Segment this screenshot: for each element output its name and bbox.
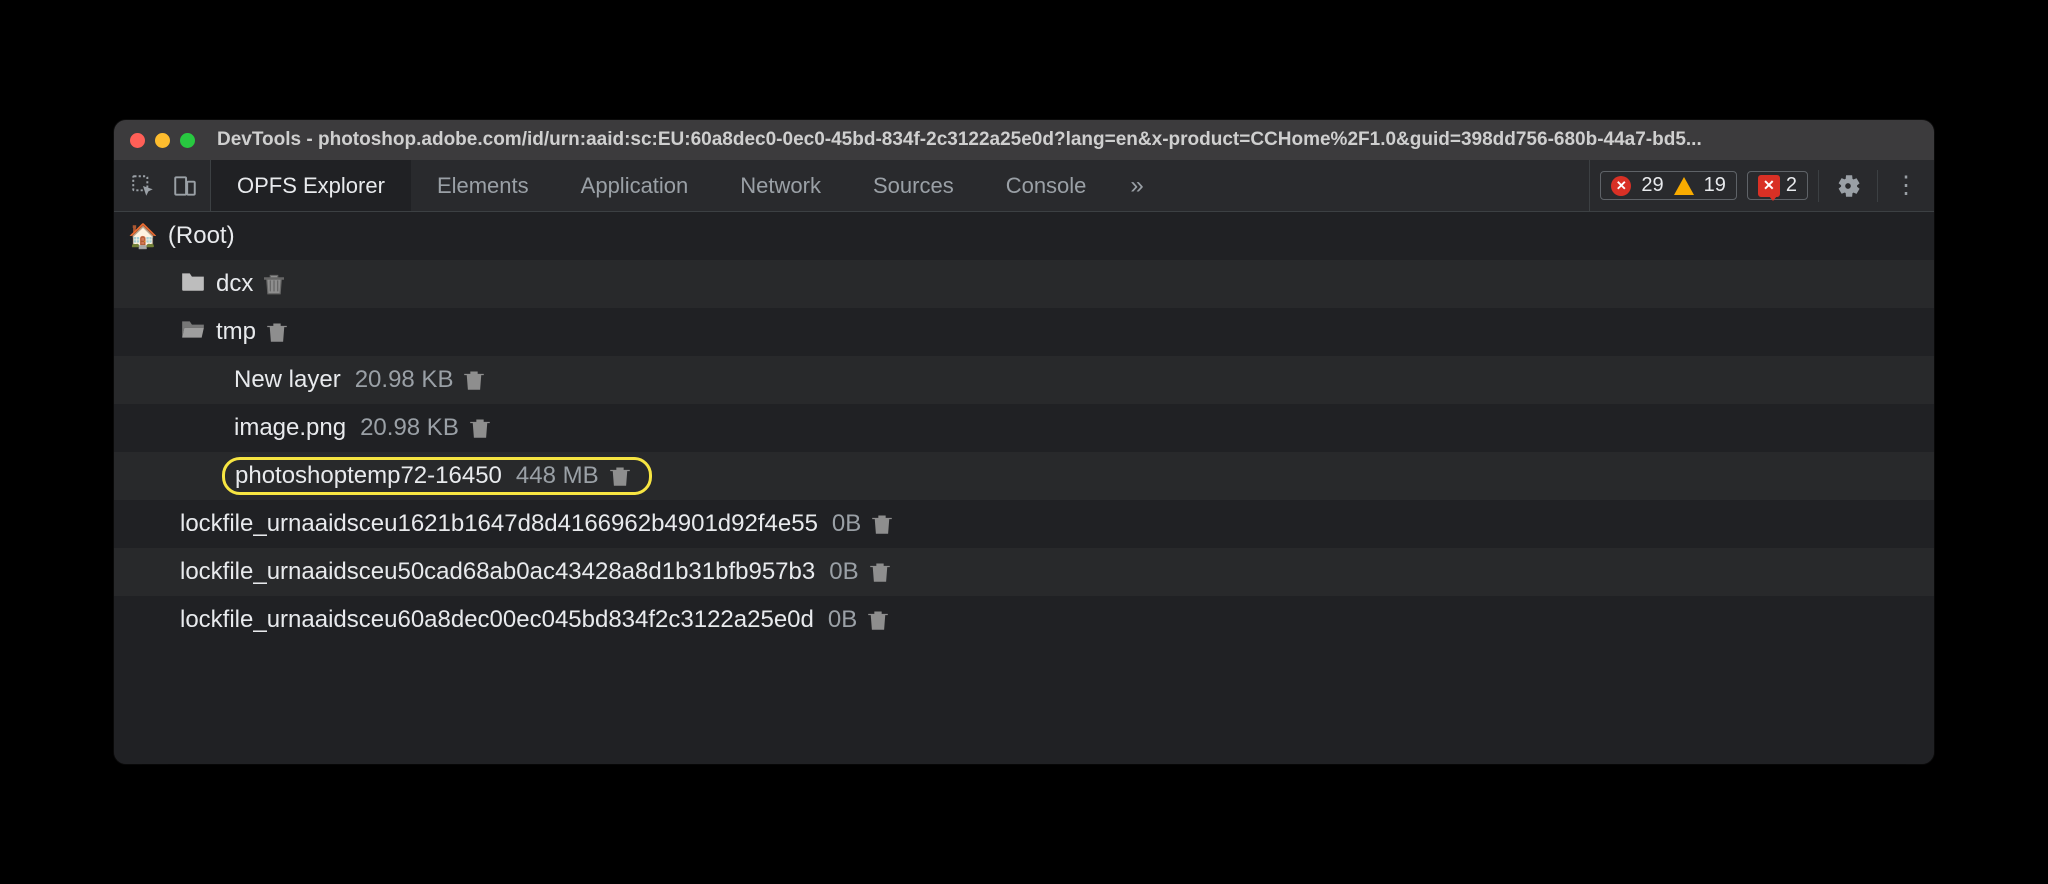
window-maximize-button[interactable] bbox=[180, 133, 195, 148]
window-minimize-button[interactable] bbox=[155, 133, 170, 148]
trash-icon[interactable] bbox=[867, 608, 889, 632]
devtools-toolbar: OPFS Explorer Elements Application Netwo… bbox=[114, 160, 1934, 212]
folder-row[interactable]: dcx bbox=[114, 260, 1934, 308]
device-toolbar-icon[interactable] bbox=[166, 167, 204, 205]
file-row[interactable]: lockfile_urnaaidsceu50cad68ab0ac43428a8d… bbox=[114, 548, 1934, 596]
kebab-menu-icon[interactable]: ⋮ bbox=[1888, 171, 1924, 200]
trash-icon[interactable] bbox=[871, 512, 893, 536]
inspect-element-icon[interactable] bbox=[124, 167, 162, 205]
tab-application[interactable]: Application bbox=[555, 160, 715, 211]
issues-count: 2 bbox=[1786, 174, 1797, 197]
tab-network[interactable]: Network bbox=[714, 160, 847, 211]
console-status-badge[interactable]: ✕ 29 19 bbox=[1600, 171, 1737, 200]
toolbar-right: ✕ 29 19 ✕ 2 ⋮ bbox=[1589, 160, 1934, 211]
tab-sources[interactable]: Sources bbox=[847, 160, 980, 211]
file-size: 0B bbox=[828, 606, 857, 634]
devtools-window: DevTools - photoshop.adobe.com/id/urn:aa… bbox=[114, 120, 1934, 764]
trash-icon[interactable] bbox=[266, 320, 288, 344]
settings-gear-icon[interactable] bbox=[1829, 167, 1867, 205]
tab-opfs-explorer[interactable]: OPFS Explorer bbox=[211, 160, 411, 211]
file-size: 0B bbox=[832, 510, 861, 538]
file-name: lockfile_urnaaidsceu50cad68ab0ac43428a8d… bbox=[180, 558, 815, 586]
titlebar: DevTools - photoshop.adobe.com/id/urn:aa… bbox=[114, 120, 1934, 160]
toolbar-left-tools bbox=[114, 160, 211, 211]
folder-open-icon bbox=[180, 318, 206, 347]
file-size: 0B bbox=[829, 558, 858, 586]
folder-row[interactable]: tmp bbox=[114, 308, 1934, 356]
warning-icon bbox=[1674, 177, 1694, 195]
file-name: lockfile_urnaaidsceu60a8dec00ec045bd834f… bbox=[180, 606, 814, 634]
file-size: 20.98 KB bbox=[360, 414, 459, 442]
divider bbox=[1818, 170, 1819, 202]
divider bbox=[1877, 170, 1878, 202]
trash-icon[interactable] bbox=[869, 560, 891, 584]
highlighted-file: photoshoptemp72-16450 448 MB bbox=[222, 457, 652, 495]
file-row[interactable]: photoshoptemp72-16450 448 MB bbox=[114, 452, 1934, 500]
file-name: photoshoptemp72-16450 bbox=[235, 462, 502, 490]
panel-tabs: OPFS Explorer Elements Application Netwo… bbox=[211, 160, 1589, 211]
window-close-button[interactable] bbox=[130, 133, 145, 148]
folder-name: dcx bbox=[216, 270, 253, 298]
error-count: 29 bbox=[1641, 174, 1663, 197]
file-name: image.png bbox=[234, 414, 346, 442]
file-name: lockfile_urnaaidsceu1621b1647d8d4166962b… bbox=[180, 510, 818, 538]
trash-icon[interactable] bbox=[463, 368, 485, 392]
folder-icon bbox=[180, 270, 206, 299]
issues-badge[interactable]: ✕ 2 bbox=[1747, 171, 1808, 200]
tab-console[interactable]: Console bbox=[980, 160, 1113, 211]
file-name: New layer bbox=[234, 366, 341, 394]
file-row[interactable]: New layer 20.98 KB bbox=[114, 356, 1934, 404]
file-row[interactable]: lockfile_urnaaidsceu1621b1647d8d4166962b… bbox=[114, 500, 1934, 548]
trash-icon[interactable] bbox=[609, 464, 631, 488]
trash-icon[interactable] bbox=[469, 416, 491, 440]
tab-elements[interactable]: Elements bbox=[411, 160, 555, 211]
window-title: DevTools - photoshop.adobe.com/id/urn:aa… bbox=[217, 129, 1918, 151]
traffic-lights bbox=[130, 133, 195, 148]
tab-more[interactable]: » bbox=[1112, 160, 1161, 211]
root-folder-row[interactable]: 🏠 (Root) bbox=[114, 212, 1934, 260]
house-icon: 🏠 bbox=[128, 222, 158, 251]
root-label: (Root) bbox=[168, 222, 235, 250]
warning-count: 19 bbox=[1704, 174, 1726, 197]
issues-icon: ✕ bbox=[1758, 175, 1780, 197]
file-size: 20.98 KB bbox=[355, 366, 454, 394]
trash-icon[interactable] bbox=[263, 272, 285, 296]
error-icon: ✕ bbox=[1611, 176, 1631, 196]
folder-name: tmp bbox=[216, 318, 256, 346]
file-row[interactable]: lockfile_urnaaidsceu60a8dec00ec045bd834f… bbox=[114, 596, 1934, 644]
file-size: 448 MB bbox=[516, 462, 599, 490]
opfs-panel: 🏠 (Root) dcx tmp New layer 20.98 KB bbox=[114, 212, 1934, 764]
file-row[interactable]: image.png 20.98 KB bbox=[114, 404, 1934, 452]
